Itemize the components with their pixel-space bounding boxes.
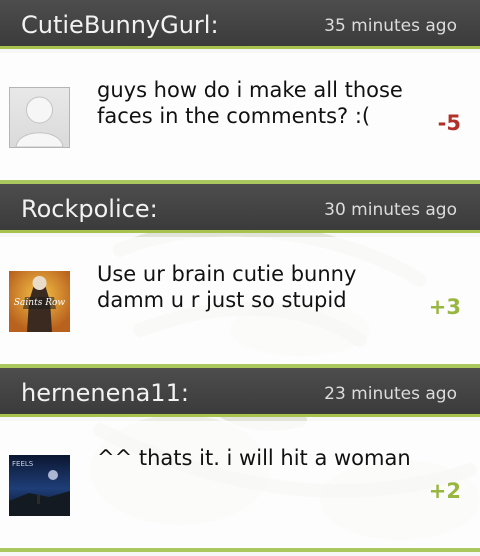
comment-score: +2 — [428, 479, 461, 503]
comment-score: -5 — [437, 111, 461, 135]
comment-score: +3 — [428, 295, 461, 319]
comment-timestamp: 30 minutes ago — [324, 200, 457, 220]
divider — [0, 548, 480, 552]
comment-timestamp: 35 minutes ago — [324, 16, 457, 36]
feels-text: FEELS — [12, 460, 34, 468]
comment-item[interactable]: hernenena11: 23 minutes ago FEELS ^^ tha… — [0, 368, 480, 552]
comment-message: Use ur brain cutie bunny damm u r just s… — [97, 262, 357, 312]
saints-row-avatar[interactable]: Saints Row — [9, 271, 70, 332]
comment-body: guys how do i make all those faces in th… — [0, 53, 480, 180]
comment-username[interactable]: Rockpolice: — [21, 195, 158, 223]
comment-message: ^^ thats it. i will hit a woman — [97, 446, 411, 470]
feels-avatar[interactable]: FEELS — [9, 455, 70, 516]
comment-header: Rockpolice: 30 minutes ago — [0, 184, 480, 233]
comment-item[interactable]: CutieBunnyGurl: 35 minutes ago guys how … — [0, 0, 480, 184]
comment-body: FEELS ^^ thats it. i will hit a woman +2 — [0, 421, 480, 548]
comment-username[interactable]: CutieBunnyGurl: — [21, 11, 219, 39]
comment-username[interactable]: hernenena11: — [21, 379, 189, 407]
comment-message: guys how do i make all those faces in th… — [97, 78, 403, 128]
comment-header: hernenena11: 23 minutes ago — [0, 368, 480, 417]
saints-row-logo-text: Saints Row — [14, 298, 65, 308]
comment-timestamp: 23 minutes ago — [324, 384, 457, 404]
comment-header: CutieBunnyGurl: 35 minutes ago — [0, 0, 480, 49]
comment-body: Saints Row Use ur brain cutie bunny damm… — [0, 237, 480, 364]
comment-item[interactable]: Rockpolice: 30 minutes ago Saints Row Us… — [0, 184, 480, 368]
default-avatar[interactable] — [9, 87, 70, 148]
